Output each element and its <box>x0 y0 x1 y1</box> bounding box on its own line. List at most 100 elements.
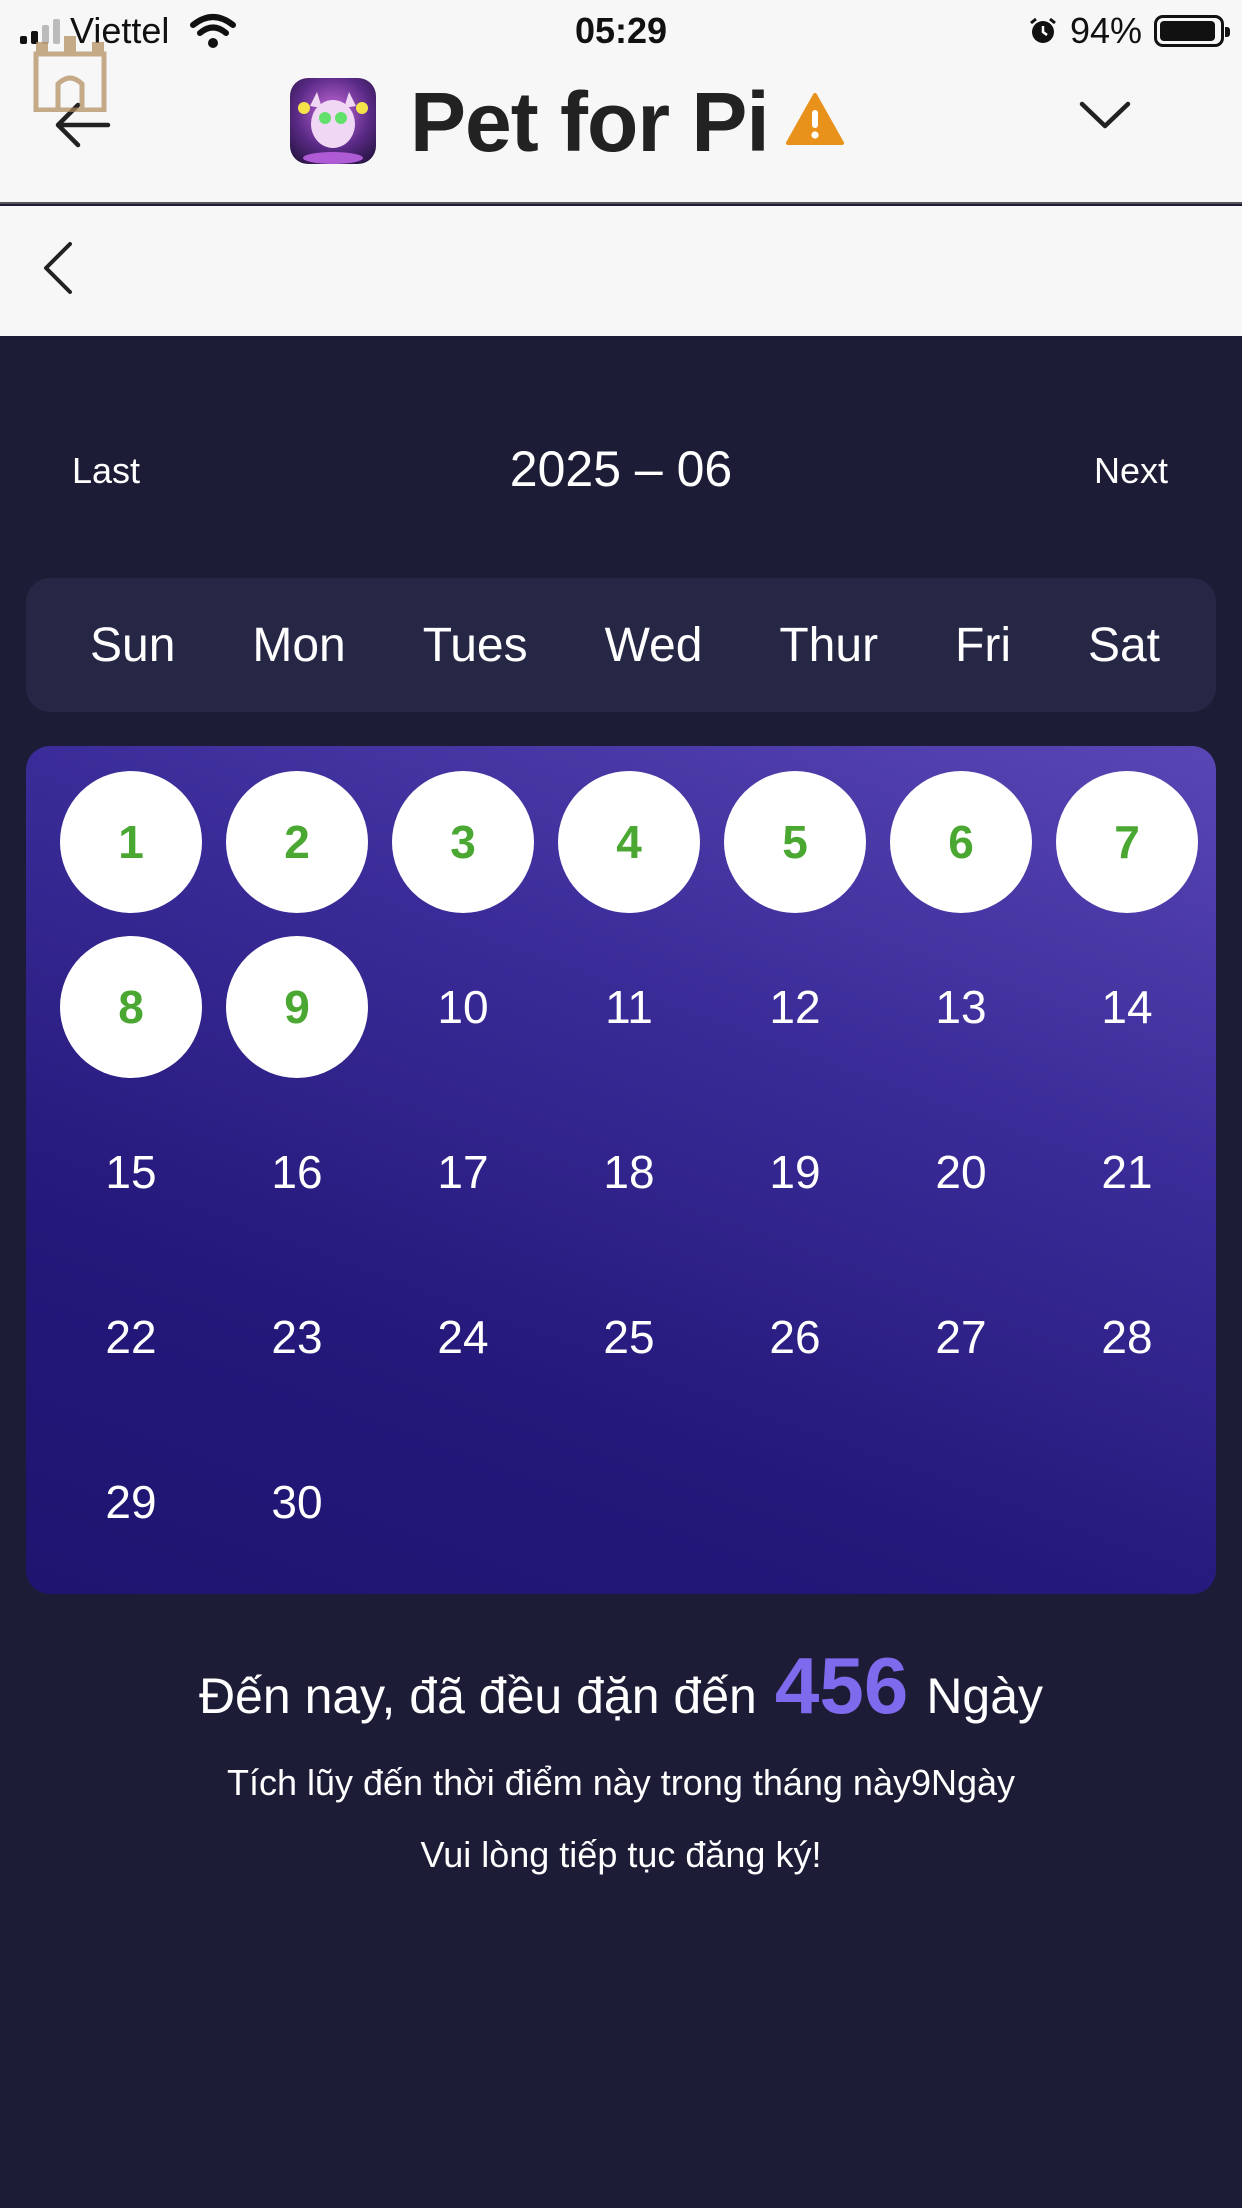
calendar-day-cell: 21 <box>1044 1101 1210 1266</box>
calendar-day-cell: 24 <box>380 1266 546 1431</box>
current-month-label: 2025 – 06 <box>509 441 733 497</box>
calendar-day[interactable]: 25 <box>558 1266 700 1408</box>
calendar-day-cell: 22 <box>48 1266 214 1431</box>
calendar-day-cell: 30 <box>214 1431 380 1596</box>
battery-percent: 94% <box>1069 10 1142 51</box>
status-bar: Viettel 05:29 94% <box>0 0 1242 62</box>
calendar-grid: 1 2 3 4 5 6 7 8 9 10 11 12 13 14 15 16 17 18 19 20 21 22 23 24 2… <box>26 746 1216 1594</box>
calendar-day[interactable]: 11 <box>558 936 700 1078</box>
weekday-label: Tues <box>422 618 528 672</box>
calendar-day-cell: 29 <box>48 1431 214 1596</box>
calendar-day-cell: 11 <box>546 936 712 1101</box>
chevron-left-icon[interactable] <box>38 238 78 298</box>
calendar-day[interactable]: 13 <box>890 936 1032 1078</box>
calendar-day-checked[interactable]: 9 <box>226 936 368 1078</box>
calendar-day[interactable]: 27 <box>890 1266 1032 1408</box>
streak-line: Đến nay, đã đều đặn đến 456 Ngày <box>0 1640 1242 1732</box>
weekday-label: Sat <box>1087 618 1160 672</box>
calendar-day[interactable]: 28 <box>1056 1266 1198 1408</box>
calendar-day-cell: 13 <box>878 936 1044 1101</box>
calendar-day-cell: 3 <box>380 771 546 936</box>
calendar-day[interactable]: 18 <box>558 1101 700 1243</box>
calendar-day-cell <box>712 1431 878 1596</box>
streak-prefix: Đến nay, đã đều đặn đến <box>198 1668 757 1724</box>
weekday-label: Mon <box>252 618 346 672</box>
castle-icon <box>33 36 107 112</box>
weekday-label: Thur <box>779 618 879 672</box>
calendar-day-cell: 28 <box>1044 1266 1210 1431</box>
calendar-day-cell: 1 <box>48 771 214 936</box>
calendar-day[interactable]: 20 <box>890 1101 1032 1243</box>
calendar-day[interactable]: 16 <box>226 1101 368 1243</box>
calendar-day-cell <box>546 1431 712 1596</box>
calendar-day-cell: 23 <box>214 1266 380 1431</box>
calendar-day[interactable]: 30 <box>226 1431 368 1573</box>
calendar-day-checked[interactable]: 6 <box>890 771 1032 913</box>
calendar-day-cell <box>1044 1431 1210 1596</box>
calendar-week-row: 15 16 17 18 19 20 21 <box>48 1101 1216 1266</box>
calendar-day-cell: 5 <box>712 771 878 936</box>
calendar-day-cell: 12 <box>712 936 878 1101</box>
calendar-day-cell: 7 <box>1044 771 1210 936</box>
app-logo <box>290 78 376 164</box>
calendar-week-row: 1234567 <box>48 771 1216 936</box>
calendar-day[interactable]: 26 <box>724 1266 866 1408</box>
calendar-day-cell: 18 <box>546 1101 712 1266</box>
status-right: 94% <box>1028 10 1230 52</box>
calendar-day[interactable]: 21 <box>1056 1101 1198 1243</box>
calendar-day-checked[interactable]: 4 <box>558 771 700 913</box>
monthly-total-text: Tích lũy đến thời điểm này trong tháng n… <box>226 1762 1016 1803</box>
calendar-day-cell: 19 <box>712 1101 878 1266</box>
battery-fill <box>1160 21 1215 41</box>
calendar-day-checked[interactable]: 3 <box>392 771 534 913</box>
month-nav: Last 2025 – 06 Next <box>0 430 1242 510</box>
calendar-day-cell: 20 <box>878 1101 1044 1266</box>
calendar-week-row: 29 30 <box>48 1431 1216 1596</box>
calendar-day-checked[interactable]: 7 <box>1056 771 1198 913</box>
checkin-summary: Đến nay, đã đều đặn đến 456 Ngày Tích lũ… <box>0 1640 1242 1876</box>
calendar-day-checked[interactable]: 5 <box>724 771 866 913</box>
app-title: Pet for Pi <box>410 75 770 169</box>
alarm-icon <box>1030 17 1056 43</box>
calendar-day[interactable]: 14 <box>1056 936 1198 1078</box>
calendar-day[interactable]: 24 <box>392 1266 534 1408</box>
calendar-day[interactable]: 29 <box>60 1431 202 1573</box>
calendar-day-checked[interactable]: 2 <box>226 771 368 913</box>
battery-icon <box>1154 15 1230 47</box>
calendar-day-checked[interactable]: 8 <box>60 936 202 1078</box>
calendar-day[interactable]: 15 <box>60 1101 202 1243</box>
calendar-day[interactable]: 10 <box>392 936 534 1078</box>
calendar-day-cell: 15 <box>48 1101 214 1266</box>
calendar-day-cell: 2 <box>214 771 380 936</box>
calendar-day-cell: 14 <box>1044 936 1210 1101</box>
calendar-day[interactable]: 17 <box>392 1101 534 1243</box>
calendar-day-cell <box>380 1431 546 1596</box>
weekday-label: Wed <box>604 618 703 672</box>
streak-count: 456 <box>774 1641 909 1730</box>
calendar-day-cell: 8 <box>48 936 214 1101</box>
calendar-day-cell: 10 <box>380 936 546 1101</box>
calendar-day-cell: 16 <box>214 1101 380 1266</box>
calendar-day-cell: 27 <box>878 1266 1044 1431</box>
weekday-header: Sun Mon Tues Wed Thur Fri Sat <box>26 578 1216 712</box>
next-month-button[interactable]: Next <box>1094 450 1168 492</box>
app-header: Pet for Pi <box>0 36 1242 204</box>
calendar-day-cell: 26 <box>712 1266 878 1431</box>
calendar-day[interactable]: 22 <box>60 1266 202 1408</box>
calendar-day-cell: 4 <box>546 771 712 936</box>
calendar-day-cell: 9 <box>214 936 380 1101</box>
calendar-week-row: 22 23 24 25 26 27 28 <box>48 1266 1216 1431</box>
calendar-day[interactable]: 19 <box>724 1101 866 1243</box>
calendar-day-checked[interactable]: 1 <box>60 771 202 913</box>
calendar-day-cell <box>878 1431 1044 1596</box>
weekday-label: Fri <box>955 618 1011 672</box>
calendar-day[interactable]: 23 <box>226 1266 368 1408</box>
weekday-label: Sun <box>90 618 176 672</box>
subnav-bar <box>0 206 1242 336</box>
encourage-text: Vui lòng tiếp tục đăng ký! <box>420 1834 822 1875</box>
streak-suffix: Ngày <box>926 1668 1044 1724</box>
chevron-down-icon[interactable] <box>1078 98 1132 132</box>
calendar-day[interactable]: 12 <box>724 936 866 1078</box>
warning-icon[interactable] <box>786 92 844 146</box>
calendar-day-cell: 25 <box>546 1266 712 1431</box>
